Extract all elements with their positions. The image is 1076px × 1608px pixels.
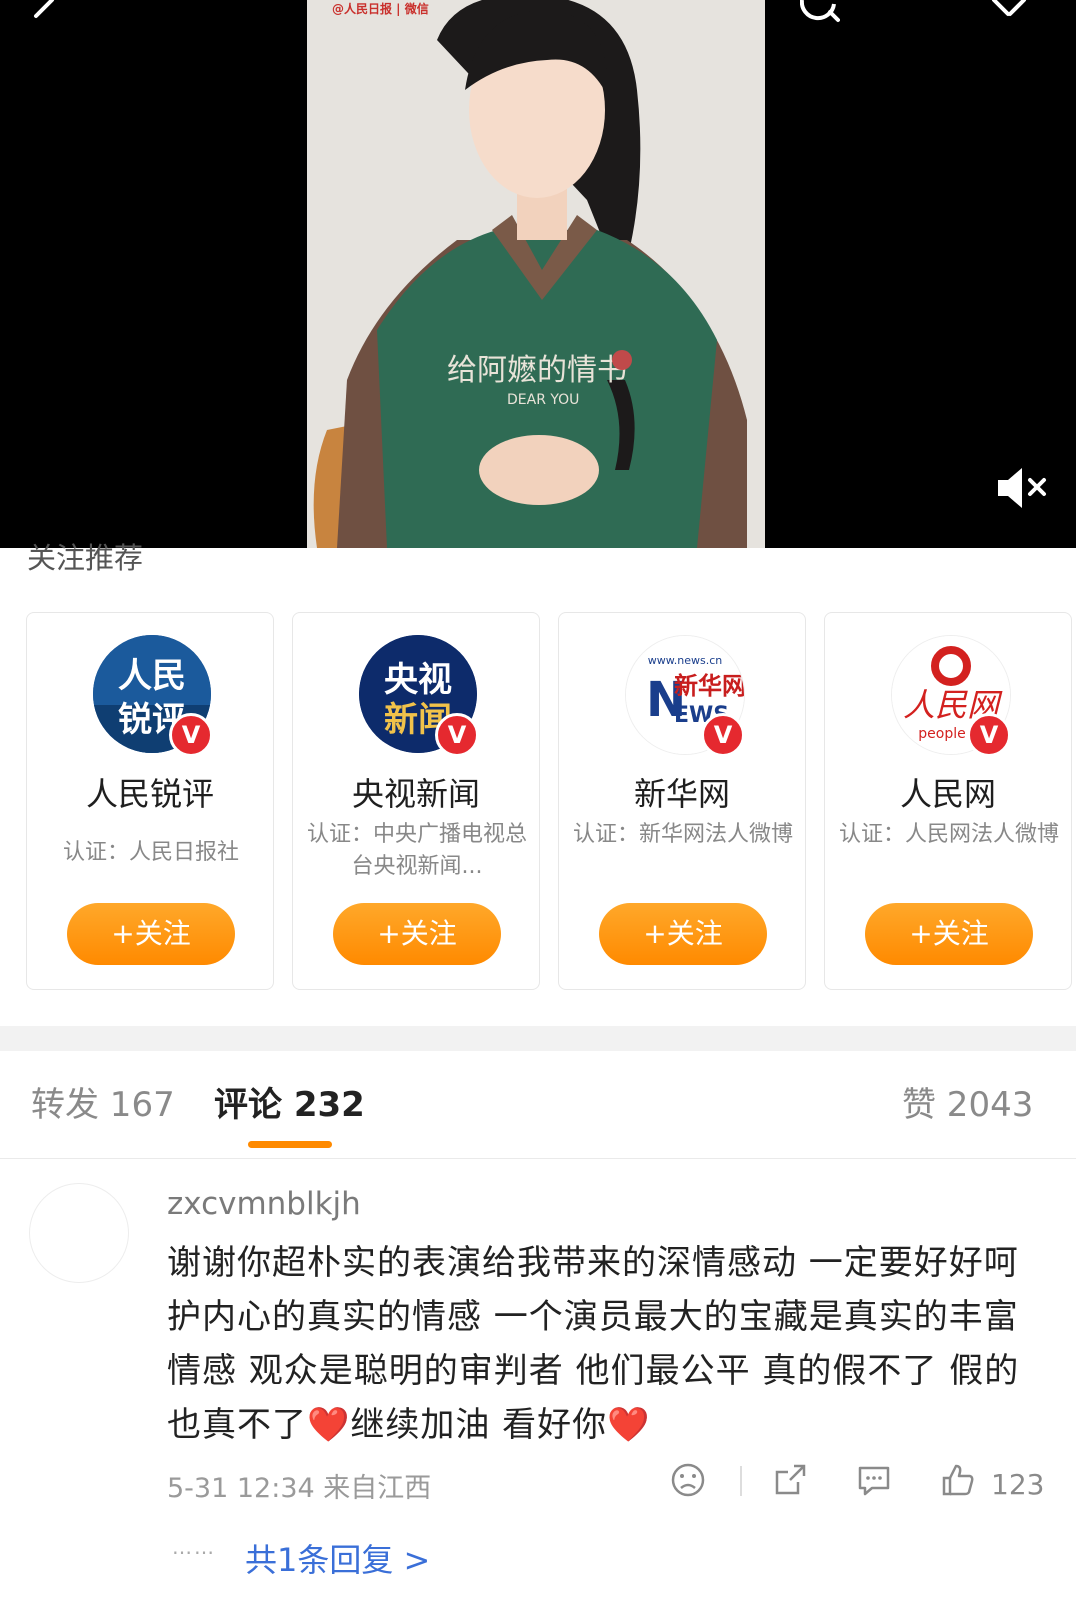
follow-button[interactable]: +关注: [333, 903, 501, 965]
comment-text: 谢谢你超朴实的表演给我带来的深情感动 一定要好好呵护内心的真实的情感 一个演员最…: [167, 1243, 1020, 1445]
back-icon[interactable]: [22, 0, 62, 24]
comment-icon[interactable]: [856, 1462, 892, 1498]
recommend-cert: 认证：人民日报社: [62, 840, 239, 865]
recommend-name: 新华网: [633, 775, 730, 813]
share-icon[interactable]: [772, 1462, 808, 1498]
video-person-illustration: 给阿嬷的情书 DEAR YOU: [313, 0, 747, 548]
search-icon[interactable]: [800, 0, 840, 24]
tab-active-indicator: [248, 1141, 332, 1148]
mute-icon[interactable]: [996, 466, 1054, 510]
tab-divider: [0, 1158, 1076, 1159]
recommend-card-renminruiping[interactable]: 人民 锐评 V 人民锐评 认证：人民日报社 +关注: [26, 612, 274, 990]
svg-text:people: people: [918, 726, 965, 742]
recommend-name: 央视新闻: [351, 775, 480, 813]
video-player[interactable]: @人民日报 | 微信 给阿嬷的情书 DEAR YOU: [0, 0, 1076, 548]
recommend-cert: 认证：新华网法人微博: [572, 822, 793, 847]
thumbs-up-icon[interactable]: [940, 1462, 976, 1498]
sad-face-icon[interactable]: [670, 1462, 706, 1498]
video-frame[interactable]: @人民日报 | 微信 给阿嬷的情书 DEAR YOU: [307, 0, 765, 548]
like-count: 123: [991, 1468, 1045, 1501]
view-replies-link[interactable]: 共1条回复 >: [245, 1535, 430, 1581]
icon-separator: [740, 1466, 742, 1496]
section-divider: [0, 1026, 1076, 1051]
recommend-title: 关注推荐: [27, 541, 144, 575]
recommend-cert: 认证：中央广播电视总台央视新闻...: [306, 822, 527, 879]
recommend-card-renminwang[interactable]: 人民网 people V 人民网 认证：人民网法人微博 +关注: [824, 612, 1072, 990]
recommend-card-xinhua[interactable]: www.news.cn N 新华网 EWS V 新华网 认证：新华网法人微博 +…: [558, 612, 806, 990]
follow-button[interactable]: +关注: [599, 903, 767, 965]
tab-like[interactable]: 赞 2043: [902, 1083, 1033, 1127]
svg-text:新华网: 新华网: [674, 672, 744, 700]
comment-meta: 5-31 12:34 来自江西: [167, 1473, 432, 1504]
reply-dots: ……: [172, 1535, 216, 1559]
verified-icon: V: [701, 713, 745, 757]
svg-text:www.news.cn: www.news.cn: [648, 654, 722, 667]
shirt-print-sub: DEAR YOU: [507, 392, 579, 408]
avatar[interactable]: [29, 1183, 129, 1283]
svg-text:央视: 央视: [384, 660, 452, 700]
recommend-name: 人民网: [899, 775, 996, 813]
follow-button[interactable]: +关注: [67, 903, 235, 965]
verified-icon: V: [435, 713, 479, 757]
verified-icon: V: [967, 713, 1011, 757]
follow-button[interactable]: +关注: [865, 903, 1033, 965]
shirt-print: 给阿嬷的情书: [447, 353, 627, 388]
recommend-cert: 认证：人民网法人微博: [838, 822, 1059, 847]
tab-repost[interactable]: 转发 167: [31, 1083, 175, 1127]
svg-text:人民: 人民: [118, 656, 186, 696]
close-icon[interactable]: [990, 0, 1030, 24]
verified-icon: V: [169, 713, 213, 757]
recommend-card-cctv[interactable]: 央视 新闻 V 央视新闻 认证：中央广播电视总台央视新闻... +关注: [292, 612, 540, 990]
tab-comment[interactable]: 评论 232: [214, 1083, 365, 1127]
recommend-name: 人民锐评: [85, 775, 214, 813]
comment-username[interactable]: zxcvmnblkjh: [167, 1186, 361, 1222]
